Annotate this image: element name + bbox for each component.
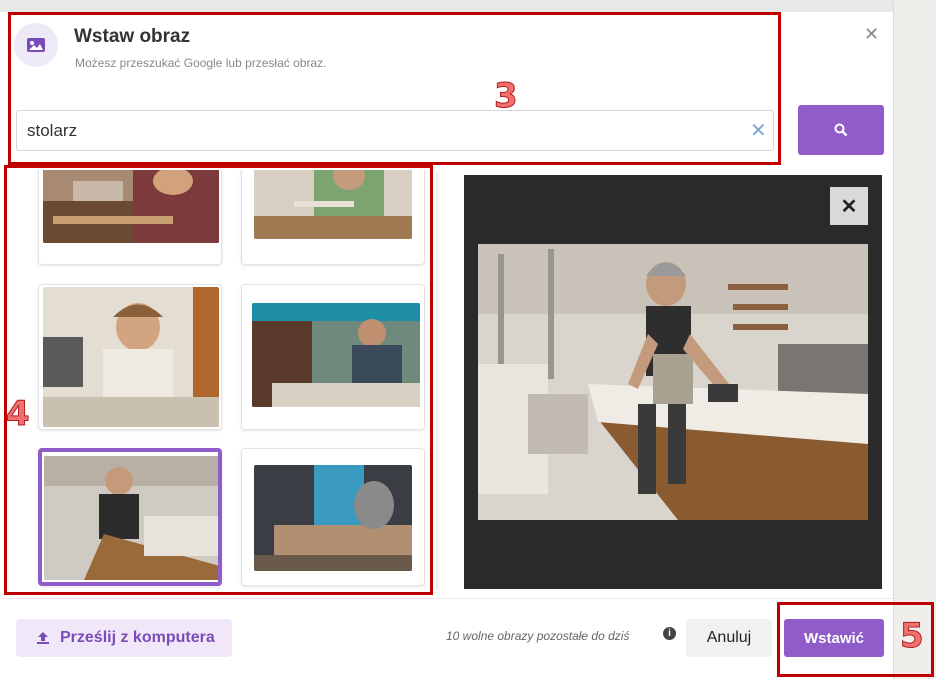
image-result[interactable] [241,170,425,265]
annotation-number-4: 4 [6,394,31,435]
annotation-number-3: 3 [494,76,519,117]
cancel-button[interactable]: Anuluj [686,619,772,657]
search-icon [834,123,848,137]
annotation-number-5: 5 [900,616,925,657]
search-input-value: stolarz [27,121,78,140]
image-result[interactable] [241,448,425,586]
dialog-title: Wstaw obraz [74,26,191,47]
insert-button[interactable]: Wstawić [784,619,884,657]
image-result[interactable] [241,284,425,430]
close-icon[interactable]: ✕ [864,24,879,45]
dialog-subtitle: Możesz przeszukać Google lub przesłać ob… [75,56,327,70]
page-backdrop [893,0,936,679]
footer-divider [0,598,893,599]
quota-text: 10 wolne obrazy pozostałe do dziś [446,629,630,643]
image-icon [14,23,58,67]
search-button[interactable] [798,105,884,155]
close-preview-button[interactable]: ✕ [830,187,868,225]
window-top-strip [0,0,893,12]
scrollbar-track[interactable] [436,173,438,590]
image-result-selected[interactable] [38,448,222,586]
info-icon[interactable]: i [663,627,676,640]
upload-button-label: Prześlij z komputera [60,629,215,646]
upload-icon [37,632,49,644]
clear-icon[interactable]: ✕ [750,118,767,143]
preview-image [478,244,868,520]
image-result[interactable] [38,170,222,265]
image-preview-panel: ✕ [464,175,882,589]
image-result[interactable] [38,284,222,430]
upload-from-computer-button[interactable]: Prześlij z komputera [16,619,232,657]
image-results-grid[interactable] [14,170,432,590]
search-input[interactable]: stolarz ✕ [16,110,774,151]
